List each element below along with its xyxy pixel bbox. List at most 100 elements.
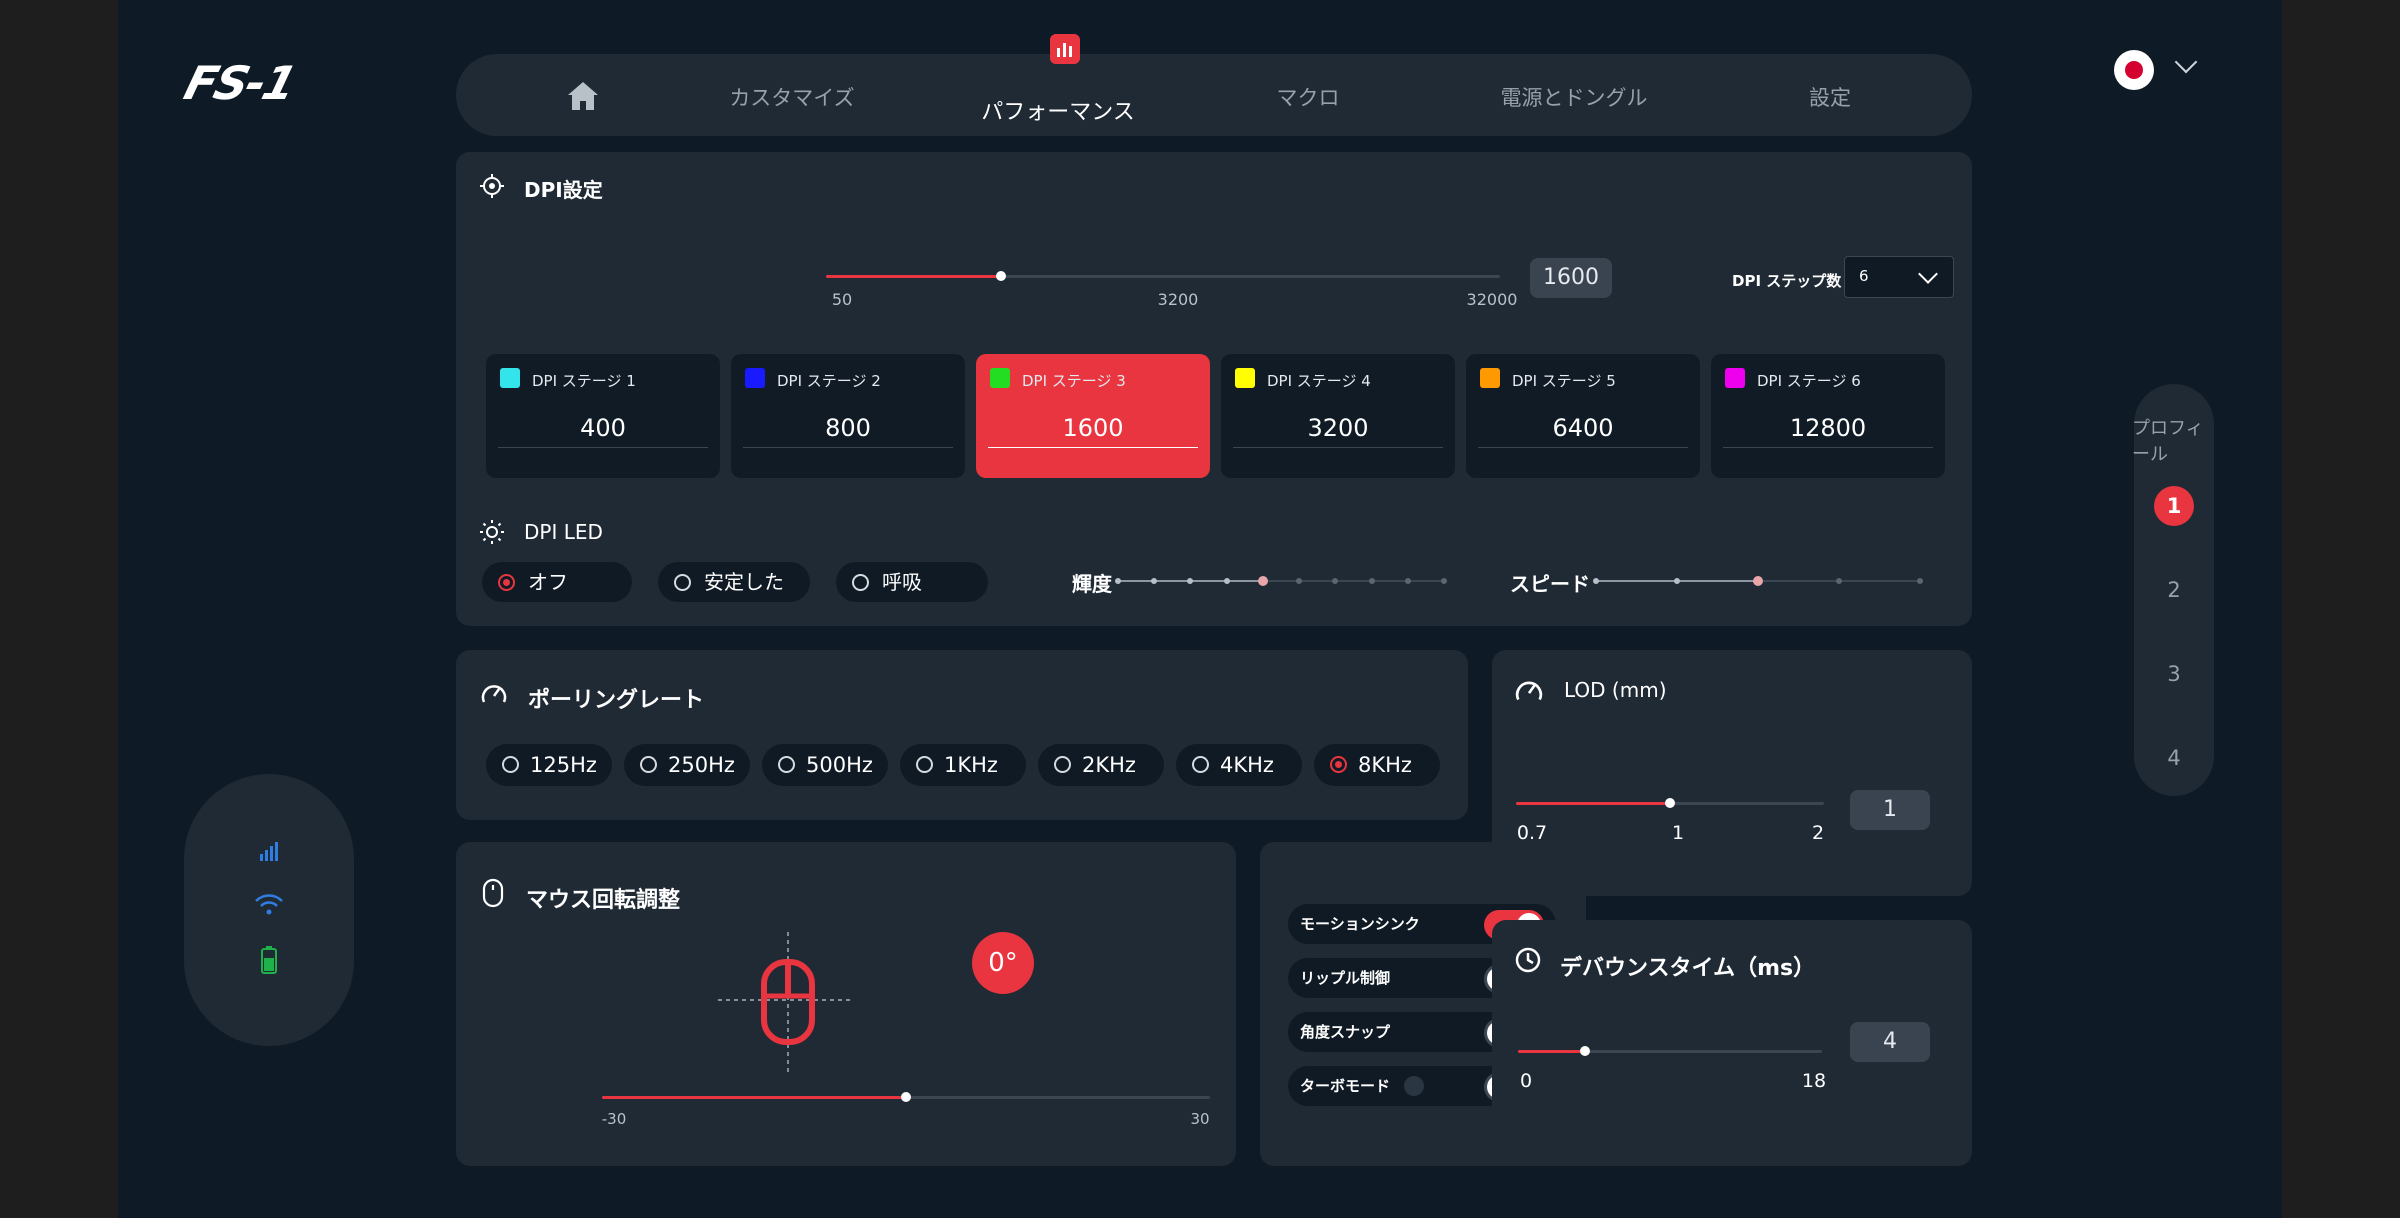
profile-1-button[interactable]: 1 bbox=[2154, 486, 2194, 526]
rotation-title: マウス回転調整 bbox=[526, 888, 681, 913]
stage-value[interactable]: 400 bbox=[498, 414, 708, 448]
tab-performance[interactable]: パフォーマンス bbox=[981, 94, 1135, 126]
tab-power-dongle[interactable]: 電源とドングル bbox=[1501, 82, 1648, 112]
radio-selected[interactable] bbox=[498, 574, 515, 591]
brightness-slider[interactable] bbox=[1115, 576, 1447, 586]
dpi-slider[interactable] bbox=[826, 271, 1500, 281]
led-mode-breathing[interactable]: 呼吸 bbox=[836, 562, 988, 602]
dpi-step-count-select[interactable]: 6 bbox=[1844, 256, 1954, 298]
radio-selected[interactable] bbox=[1330, 756, 1347, 773]
polling-option-label: 8KHz bbox=[1358, 753, 1412, 777]
polling-option[interactable]: 1KHz bbox=[900, 744, 1026, 786]
rotation-max-label: 30 bbox=[1190, 1110, 1210, 1128]
radio[interactable] bbox=[674, 574, 691, 591]
dpi-stage-card[interactable]: DPI ステージ 4 3200 bbox=[1221, 354, 1455, 478]
tab-settings[interactable]: 設定 bbox=[1809, 82, 1851, 112]
polling-option[interactable]: 4KHz bbox=[1176, 744, 1302, 786]
lod-title: LOD (mm) bbox=[1564, 678, 1667, 702]
step-dot[interactable] bbox=[1917, 578, 1923, 584]
step-dot[interactable] bbox=[1404, 578, 1411, 584]
profile-3-button[interactable]: 3 bbox=[2167, 662, 2180, 686]
led-mode-label: オフ bbox=[528, 570, 568, 594]
stage-color-swatch[interactable] bbox=[990, 368, 1010, 388]
lod-slider-knob[interactable] bbox=[1665, 798, 1675, 808]
radio[interactable] bbox=[916, 756, 933, 773]
radio[interactable] bbox=[640, 756, 657, 773]
debounce-slider[interactable] bbox=[1518, 1046, 1822, 1056]
led-mode-off[interactable]: オフ bbox=[482, 562, 632, 602]
stage-color-swatch[interactable] bbox=[745, 368, 765, 388]
tab-customize[interactable]: カスタマイズ bbox=[729, 82, 854, 112]
step-dot[interactable] bbox=[1115, 578, 1121, 584]
top-nav: カスタマイズ パフォーマンス マクロ 電源とドングル 設定 bbox=[456, 54, 1972, 136]
step-dot[interactable] bbox=[1368, 578, 1375, 584]
lod-slider[interactable] bbox=[1516, 798, 1824, 808]
app-window: FS-1 カスタマイズ パフォーマンス マクロ 電源とドングル 設定 DPI設定… bbox=[118, 0, 2282, 1218]
polling-option[interactable]: 500Hz bbox=[762, 744, 888, 786]
dpi-value-box[interactable]: 1600 bbox=[1530, 258, 1612, 298]
radio[interactable] bbox=[1192, 756, 1209, 773]
polling-option[interactable]: 2KHz bbox=[1038, 744, 1164, 786]
stage-label: DPI ステージ 1 bbox=[532, 372, 636, 390]
step-dot[interactable] bbox=[1593, 578, 1599, 584]
speed-slider[interactable] bbox=[1593, 576, 1923, 586]
dpi-step-count-label: DPI ステップ数 bbox=[1732, 272, 1842, 290]
profile-4-button[interactable]: 4 bbox=[2167, 746, 2180, 770]
home-icon[interactable] bbox=[566, 80, 600, 112]
rotation-slider-knob[interactable] bbox=[901, 1092, 911, 1102]
stage-color-swatch[interactable] bbox=[1480, 368, 1500, 388]
step-dot[interactable] bbox=[1836, 578, 1842, 584]
debounce-value-box[interactable]: 4 bbox=[1850, 1022, 1930, 1062]
dpi-min-label: 50 bbox=[831, 290, 853, 309]
step-dot[interactable] bbox=[1753, 576, 1763, 586]
stage-value[interactable]: 1600 bbox=[988, 414, 1198, 448]
tab-macro[interactable]: マクロ bbox=[1277, 82, 1340, 112]
radio[interactable] bbox=[502, 756, 519, 773]
radio[interactable] bbox=[778, 756, 795, 773]
polling-option[interactable]: 250Hz bbox=[624, 744, 750, 786]
toggle-label: 角度スナップ bbox=[1300, 1023, 1391, 1041]
wifi-icon bbox=[255, 894, 283, 915]
stage-color-swatch[interactable] bbox=[1725, 368, 1745, 388]
lod-slider-fill bbox=[1516, 802, 1670, 805]
crosshair-icon bbox=[480, 174, 504, 198]
dpi-stage-card-active[interactable]: DPI ステージ 3 1600 bbox=[976, 354, 1210, 478]
polling-option[interactable]: 125Hz bbox=[486, 744, 612, 786]
brightness-label: 輝度 bbox=[1072, 572, 1112, 596]
stage-value[interactable]: 6400 bbox=[1478, 414, 1688, 448]
stage-value[interactable]: 12800 bbox=[1723, 414, 1933, 448]
debounce-slider-knob[interactable] bbox=[1579, 1046, 1590, 1056]
step-dot[interactable] bbox=[1223, 578, 1230, 584]
lod-value-box[interactable]: 1 bbox=[1850, 790, 1930, 830]
stage-label: DPI ステージ 5 bbox=[1512, 372, 1616, 390]
info-icon[interactable] bbox=[1404, 1076, 1424, 1096]
rotation-slider[interactable] bbox=[602, 1092, 1210, 1102]
gauge-icon bbox=[481, 685, 507, 703]
language-flag-japan-icon[interactable] bbox=[2114, 50, 2154, 90]
stage-color-swatch[interactable] bbox=[1235, 368, 1255, 388]
stage-value[interactable]: 3200 bbox=[1233, 414, 1443, 448]
radio[interactable] bbox=[1054, 756, 1071, 773]
profile-2-button[interactable]: 2 bbox=[2167, 578, 2180, 602]
polling-option-label: 1KHz bbox=[944, 753, 998, 777]
dpi-stage-card[interactable]: DPI ステージ 6 12800 bbox=[1711, 354, 1945, 478]
dpi-stage-card[interactable]: DPI ステージ 1 400 bbox=[486, 354, 720, 478]
chevron-down-icon[interactable] bbox=[2174, 50, 2198, 74]
brand-logo: FS-1 bbox=[178, 56, 301, 110]
step-dot[interactable] bbox=[1441, 578, 1447, 584]
dpi-stage-card[interactable]: DPI ステージ 5 6400 bbox=[1466, 354, 1700, 478]
rotation-angle-badge: 0° bbox=[972, 932, 1034, 994]
radio[interactable] bbox=[852, 574, 869, 591]
led-mode-steady[interactable]: 安定した bbox=[658, 562, 810, 602]
dpi-title: DPI設定 bbox=[524, 178, 603, 202]
step-dot[interactable] bbox=[1257, 576, 1268, 586]
stage-value[interactable]: 800 bbox=[743, 414, 953, 448]
polling-option-selected[interactable]: 8KHz bbox=[1314, 744, 1440, 786]
dpi-stage-card[interactable]: DPI ステージ 2 800 bbox=[731, 354, 965, 478]
clock-icon bbox=[1515, 947, 1541, 973]
step-dot[interactable] bbox=[1674, 578, 1680, 584]
led-mode-label: 呼吸 bbox=[882, 570, 922, 594]
dpi-max-label: 32000 bbox=[1466, 290, 1518, 309]
gauge-icon bbox=[1515, 681, 1543, 701]
stage-color-swatch[interactable] bbox=[500, 368, 520, 388]
